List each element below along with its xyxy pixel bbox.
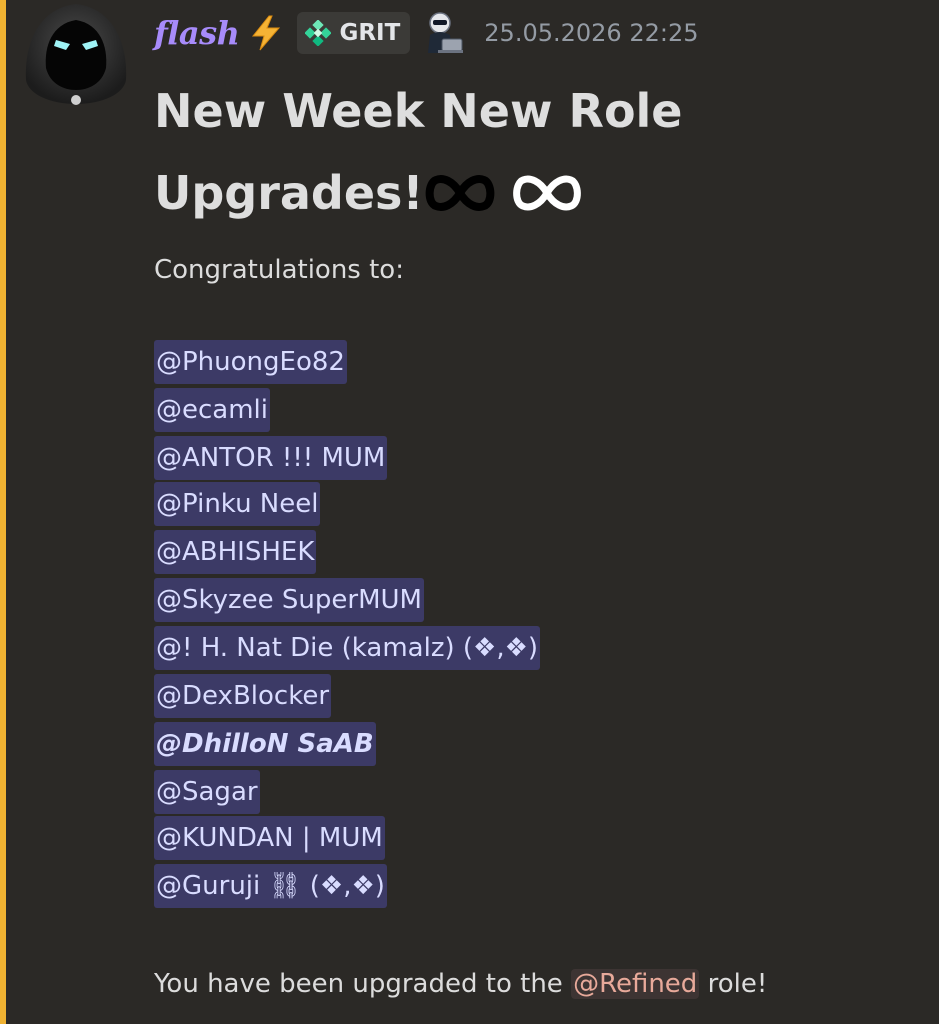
user-mention-dexblocker[interactable]: @DexBlocker <box>154 674 332 718</box>
user-mention-kundan[interactable]: @KUNDAN | MUM <box>154 816 385 860</box>
lightning-bolt-icon <box>252 15 281 51</box>
message-heading-text: New Week New Role Upgrades! <box>154 84 683 220</box>
black-infinity-icon <box>426 175 495 211</box>
user-mention-guruji[interactable]: @Guruji ⛓ (❖,❖) <box>154 864 387 908</box>
user-mention-pinku-neel[interactable]: @Pinku Neel <box>154 482 321 526</box>
footer-text-before: You have been upgraded to the <box>154 969 572 999</box>
user-mention-sagar[interactable]: @Sagar <box>154 770 260 814</box>
robot-laptop-icon <box>428 12 464 53</box>
user-mention-skyzee[interactable]: @Skyzee SuperMUM <box>154 578 424 622</box>
message-header: flash GRIT 25.05.2026 22:25 <box>154 8 699 58</box>
message-heading: New Week New Role Upgrades! <box>154 70 874 234</box>
footer-text-after: role! <box>699 969 768 999</box>
avatar[interactable] <box>20 2 132 106</box>
guild-tag-text: GRIT <box>339 20 401 46</box>
user-mention-antor[interactable]: @ANTOR !!! MUM <box>154 436 388 480</box>
user-mention-kamalz[interactable]: @! H. Nat Die (kamalz) (❖,❖) <box>154 626 541 670</box>
white-infinity-icon <box>513 175 582 211</box>
congrats-text: Congratulations to: <box>154 255 404 285</box>
user-mention-abhishek[interactable]: @ABHISHEK <box>154 530 317 574</box>
diamond-grid-icon <box>305 20 332 46</box>
role-mention-refined[interactable]: @Refined <box>571 969 700 999</box>
message-timestamp: 25.05.2026 22:25 <box>484 19 699 47</box>
upgrade-footer: You have been upgraded to the @Refined r… <box>154 962 767 1006</box>
author-name[interactable]: flash <box>154 14 240 52</box>
user-mention-phuongeo82[interactable]: @PhuongEo82 <box>154 340 347 384</box>
highlight-bar <box>0 0 6 1024</box>
user-mention-ecamli[interactable]: @ecamli <box>154 388 270 432</box>
guild-tag[interactable]: GRIT <box>297 12 411 54</box>
user-mention-dhillon-saab[interactable]: @DhilloN SaAB <box>154 722 376 766</box>
